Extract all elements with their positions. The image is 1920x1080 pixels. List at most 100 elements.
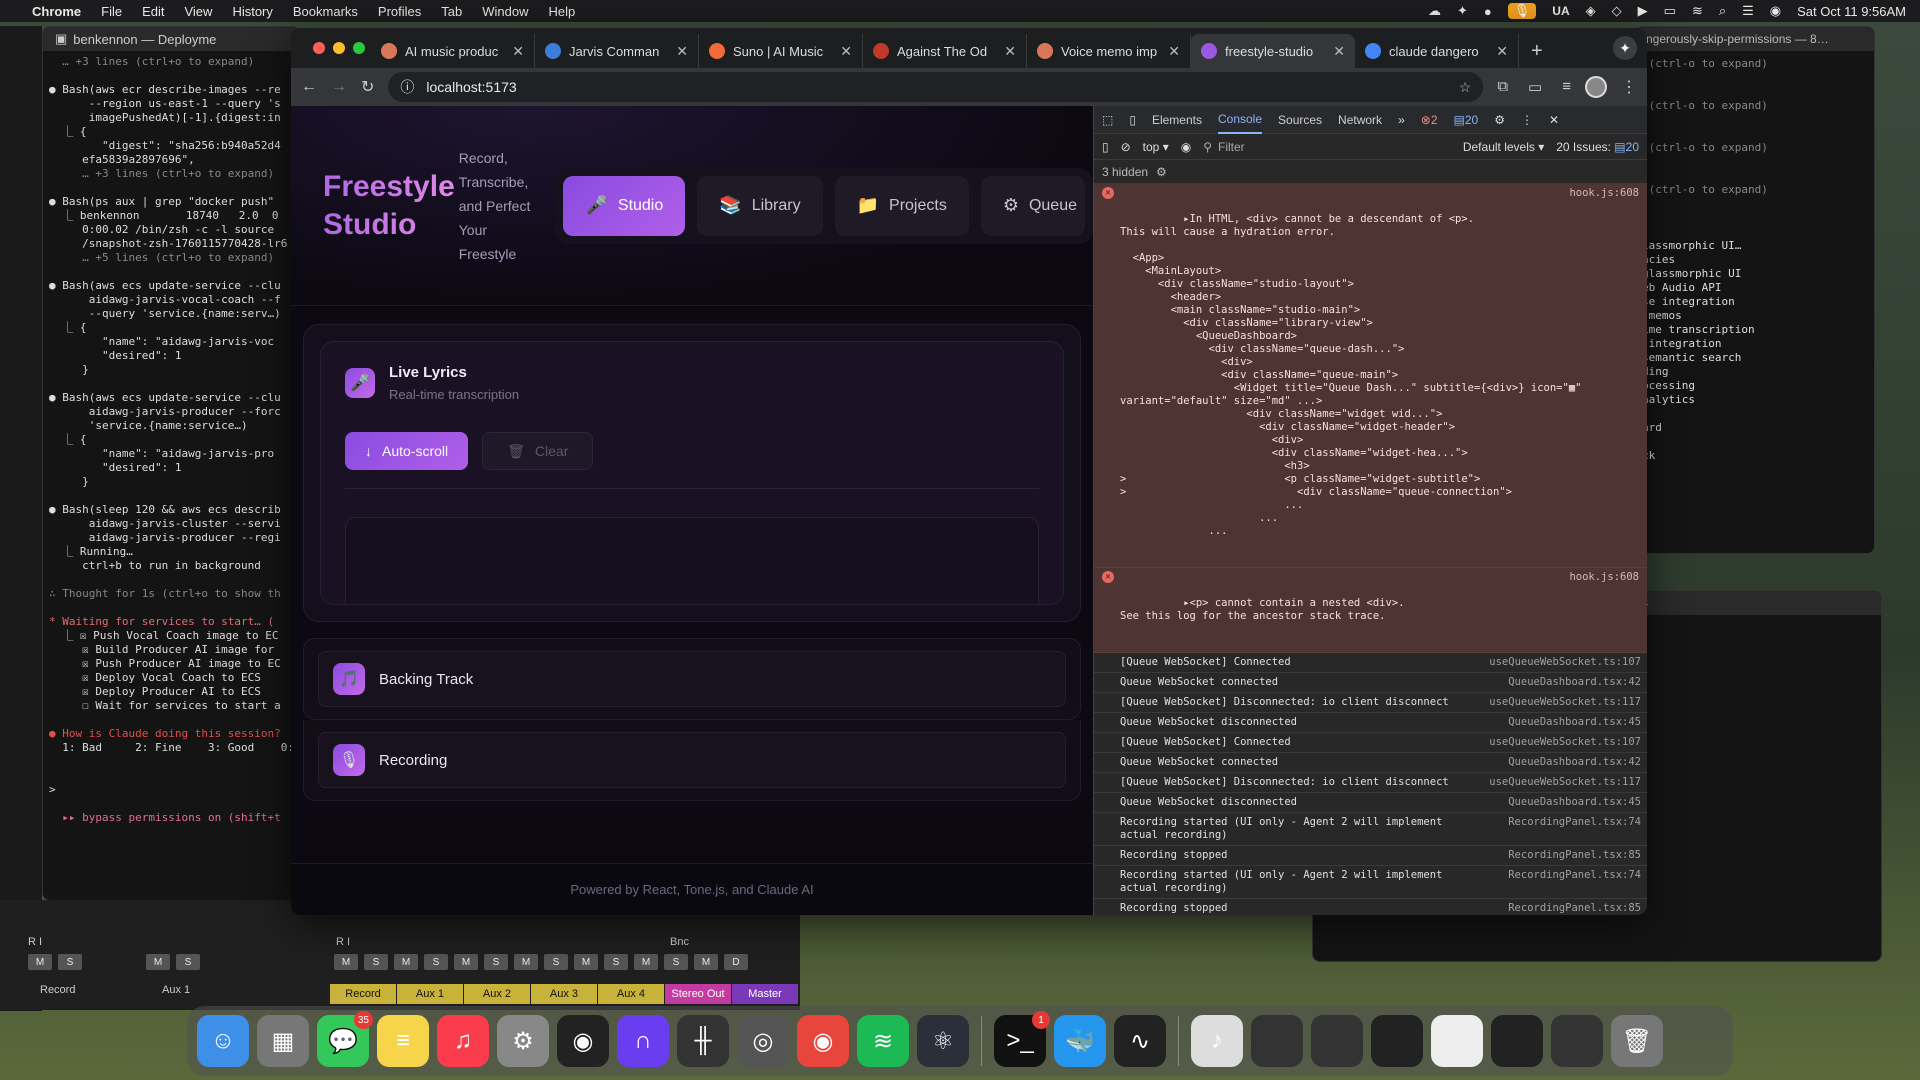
- mute-button[interactable]: M: [634, 954, 658, 970]
- console-log[interactable]: Queue WebSocket disconnected QueueDashboa…: [1094, 713, 1647, 733]
- tab-network[interactable]: Network: [1338, 107, 1382, 133]
- solo-button[interactable]: S: [364, 954, 388, 970]
- close-tab-icon[interactable]: ✕: [1004, 43, 1016, 60]
- console-error[interactable]: ✕ ▸<p> cannot contain a nested <div>. Se…: [1094, 568, 1647, 653]
- log-source-link[interactable]: QueueDashboard.tsx:45: [1508, 716, 1641, 729]
- solo-button[interactable]: S: [58, 954, 82, 970]
- mute-button[interactable]: M: [146, 954, 170, 970]
- chrome-icon[interactable]: ◉: [797, 1015, 849, 1067]
- terminal-window-left[interactable]: ▣ benkennon — Deployme … +3 lines (ctrl+…: [42, 26, 300, 901]
- log-levels-dropdown[interactable]: Default levels ▾: [1463, 140, 1544, 154]
- channel-stereo-out[interactable]: Stereo Out: [665, 984, 731, 1004]
- log-source-link[interactable]: RecordingPanel.tsx:85: [1508, 902, 1641, 915]
- tab-elements[interactable]: Elements: [1152, 107, 1202, 133]
- creative-cloud-icon[interactable]: ☁: [1428, 3, 1441, 19]
- chrome-menu-icon[interactable]: ⋮: [1621, 77, 1637, 97]
- forward-icon[interactable]: →: [331, 78, 347, 96]
- log-source-link[interactable]: QueueDashboard.tsx:45: [1508, 796, 1641, 809]
- nav-queue[interactable]: ⚙ Queue: [980, 175, 1085, 236]
- clear-button[interactable]: 🗑 Clear: [482, 432, 594, 470]
- channel-aux2[interactable]: Aux 2: [464, 984, 530, 1004]
- arc-icon[interactable]: ∩: [617, 1015, 669, 1067]
- solo-button[interactable]: S: [484, 954, 508, 970]
- solo-button[interactable]: S: [176, 954, 200, 970]
- menu-bookmarks[interactable]: Bookmarks: [293, 4, 358, 19]
- window-thumb-2[interactable]: [1311, 1015, 1363, 1067]
- notes-icon[interactable]: ≡: [377, 1015, 429, 1067]
- menu-tab[interactable]: Tab: [441, 4, 462, 19]
- control-center-icon[interactable]: ☰: [1742, 3, 1754, 19]
- solo-button[interactable]: S: [664, 954, 688, 970]
- finder-icon[interactable]: ☺: [197, 1015, 249, 1067]
- app-status-icon[interactable]: ●: [1484, 4, 1492, 19]
- dim-button[interactable]: D: [724, 954, 748, 970]
- nav-library[interactable]: 📚 Library: [697, 175, 823, 236]
- log-source-link[interactable]: QueueDashboard.tsx:42: [1508, 676, 1641, 689]
- media-icon[interactable]: ≡: [1562, 78, 1571, 96]
- console-log[interactable]: Recording started (UI only - Agent 2 wil…: [1094, 813, 1647, 846]
- messages-icon[interactable]: 💬 35: [317, 1011, 373, 1067]
- disk-icon[interactable]: ◎: [737, 1015, 789, 1067]
- log-source-link[interactable]: RecordingPanel.tsx:74: [1508, 869, 1641, 895]
- console-log[interactable]: Recording stopped RecordingPanel.tsx:85: [1094, 899, 1647, 915]
- inspect-element-icon[interactable]: ⬚: [1102, 113, 1113, 127]
- atom-icon[interactable]: ⚛: [917, 1015, 969, 1067]
- close-tab-icon[interactable]: ✕: [840, 43, 852, 60]
- live-expression-icon[interactable]: ◉: [1181, 140, 1191, 154]
- lyrics-display[interactable]: [345, 517, 1039, 604]
- log-source-link[interactable]: useQueueWebSocket.ts:107: [1489, 656, 1641, 669]
- vpn-icon[interactable]: ◈: [1586, 3, 1596, 19]
- menu-profiles[interactable]: Profiles: [378, 4, 421, 19]
- menu-view[interactable]: View: [184, 4, 212, 19]
- error-count-badge[interactable]: ⊗2: [1421, 113, 1438, 127]
- log-source-link[interactable]: useQueueWebSocket.ts:107: [1489, 736, 1641, 749]
- browser-tab[interactable]: Jarvis Comman ✕: [535, 34, 699, 68]
- rec-input-label[interactable]: R I: [28, 936, 42, 948]
- browser-tab[interactable]: claude dangero ✕: [1355, 34, 1519, 68]
- error-source-link[interactable]: hook.js:608: [1569, 571, 1639, 584]
- console-log[interactable]: Queue WebSocket connected QueueDashboard.…: [1094, 753, 1647, 773]
- tab-console[interactable]: Console: [1217, 106, 1263, 134]
- error-source-link[interactable]: hook.js:608: [1569, 187, 1639, 200]
- context-selector[interactable]: top ▾: [1143, 140, 1169, 154]
- channel-record[interactable]: Record: [330, 984, 396, 1004]
- console-log[interactable]: [Queue WebSocket] Disconnected: io clien…: [1094, 693, 1647, 713]
- minimize-window-button[interactable]: [333, 42, 345, 54]
- new-tab-button[interactable]: +: [1519, 34, 1555, 68]
- cast-icon[interactable]: ▭: [1528, 78, 1542, 96]
- recording-header[interactable]: 🎙 Recording: [318, 732, 1066, 788]
- menu-edit[interactable]: Edit: [142, 4, 164, 19]
- bookmark-star-icon[interactable]: ☆: [1459, 79, 1472, 96]
- solo-button[interactable]: S: [424, 954, 448, 970]
- menubar-clock[interactable]: Sat Oct 11 9:56AM: [1797, 4, 1906, 19]
- sidebar-toggle-icon[interactable]: ▯: [1102, 140, 1109, 154]
- microphone-icon[interactable]: 🎙: [1507, 3, 1537, 19]
- search-icon[interactable]: ⌕: [1719, 3, 1726, 19]
- console-error[interactable]: ✕ ▸In HTML, <div> cannot be a descendant…: [1094, 184, 1647, 568]
- docker-icon[interactable]: 🐳: [1054, 1015, 1106, 1067]
- window-thumb-6[interactable]: [1551, 1015, 1603, 1067]
- menu-help[interactable]: Help: [549, 4, 576, 19]
- reload-icon[interactable]: ↻: [361, 77, 374, 97]
- siri-icon[interactable]: ◉: [1770, 3, 1781, 19]
- mute-button[interactable]: M: [28, 954, 52, 970]
- kebab-menu-icon[interactable]: ⋮: [1521, 113, 1533, 127]
- tab-sources[interactable]: Sources: [1278, 107, 1322, 133]
- menu-history[interactable]: History: [232, 4, 272, 19]
- mute-button[interactable]: M: [694, 954, 718, 970]
- mute-button[interactable]: M: [514, 954, 538, 970]
- channel-aux3[interactable]: Aux 3: [531, 984, 597, 1004]
- console-log[interactable]: [Queue WebSocket] Disconnected: io clien…: [1094, 773, 1647, 793]
- log-source-link[interactable]: useQueueWebSocket.ts:117: [1489, 696, 1641, 709]
- window-thumb-5[interactable]: [1491, 1015, 1543, 1067]
- console-settings-icon[interactable]: ⚙: [1156, 165, 1167, 179]
- console-log[interactable]: [Queue WebSocket] Connected useQueueWebSo…: [1094, 733, 1647, 753]
- url-text[interactable]: localhost:5173: [426, 79, 516, 95]
- trash-icon[interactable]: 🗑: [1611, 1015, 1663, 1067]
- channel-master[interactable]: Master: [732, 984, 798, 1004]
- close-tab-icon[interactable]: ✕: [1333, 43, 1345, 60]
- extensions-icon[interactable]: ⧉: [1497, 78, 1508, 96]
- browser-tab[interactable]: Voice memo imp ✕: [1027, 34, 1191, 68]
- nav-projects[interactable]: 📁 Projects: [834, 175, 969, 236]
- music-icon[interactable]: ♫: [437, 1015, 489, 1067]
